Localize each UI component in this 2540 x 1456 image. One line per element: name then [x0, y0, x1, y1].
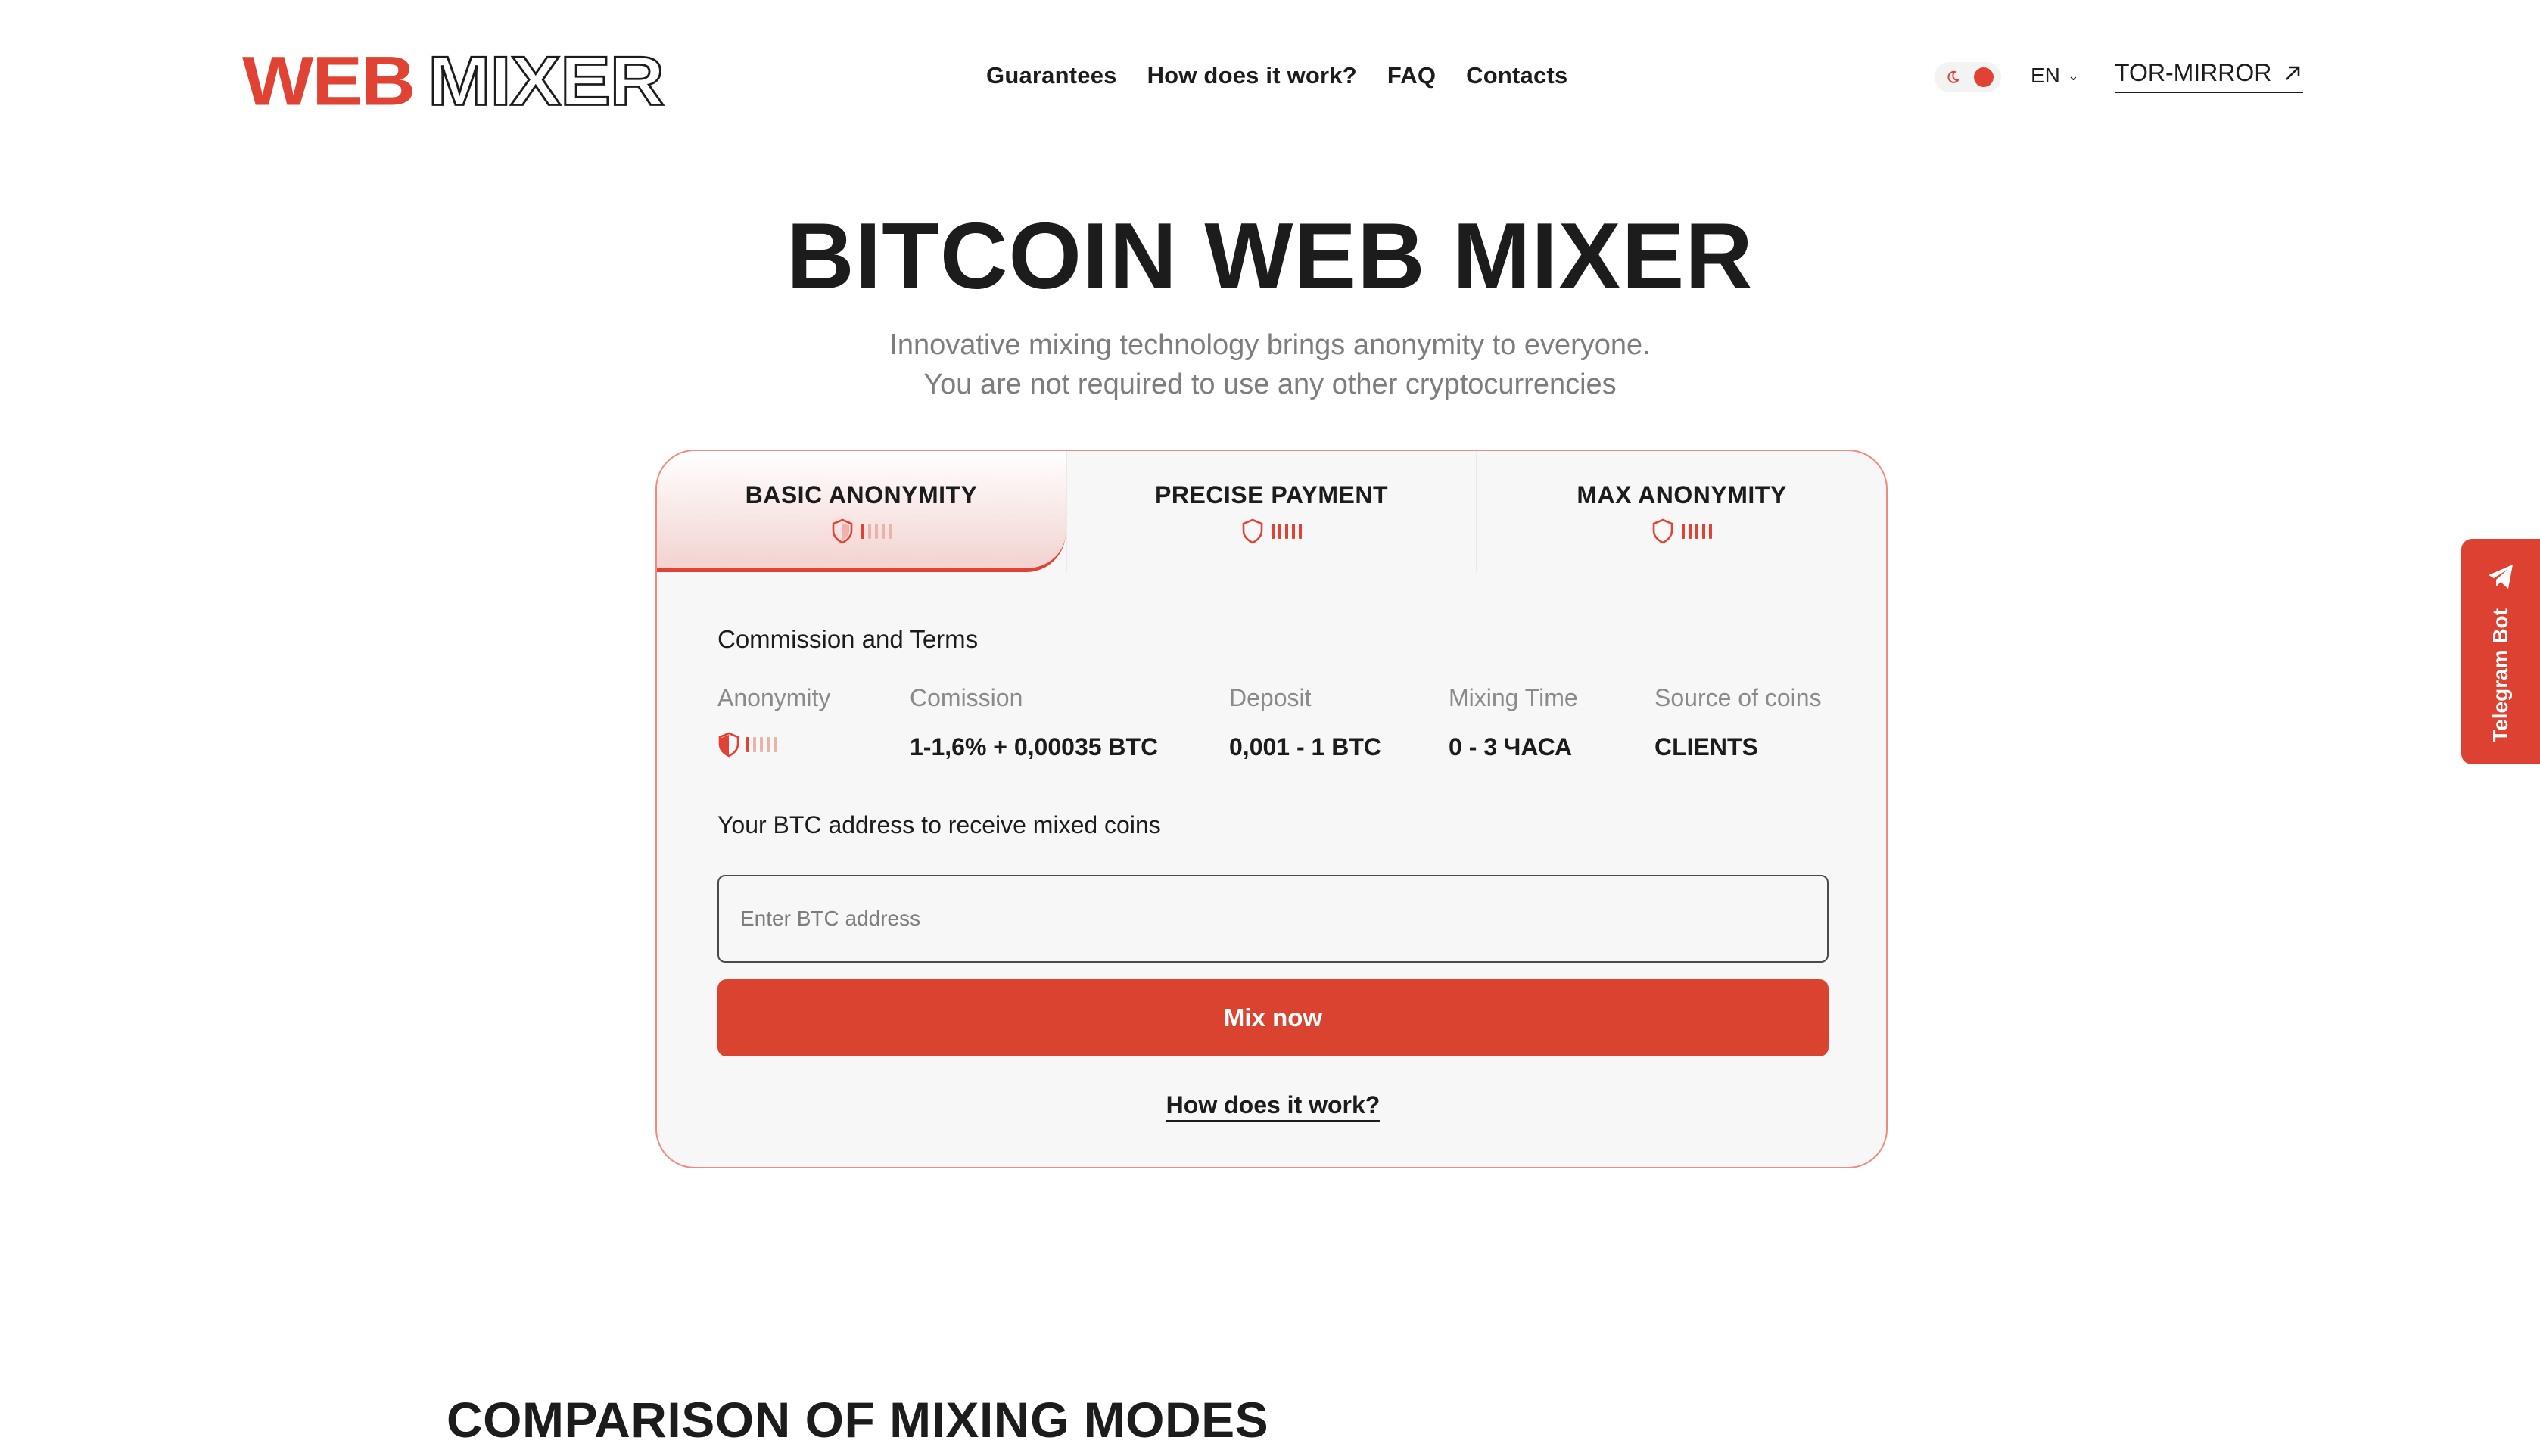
mixing-time-value: 0 - 3 ЧАСА: [1449, 733, 1573, 761]
main-nav: Guarantees How does it work? FAQ Contact…: [986, 62, 1567, 89]
comparison-title: COMPARISON OF MIXING MODES: [447, 1392, 1269, 1448]
mix-now-button[interactable]: Mix now: [717, 979, 1829, 1056]
logo-web-text: WEB: [242, 42, 416, 120]
external-link-arrow-icon: [2286, 66, 2300, 80]
btc-address-label: Your BTC address to receive mixed coins: [717, 811, 1161, 838]
terms-col-source: Source of coins CLIENTS: [1654, 684, 1822, 761]
language-selector[interactable]: EN ⌄: [2031, 64, 2079, 88]
tor-mirror-label: TOR-MIRROR: [2115, 59, 2272, 86]
source-value: CLIENTS: [1654, 733, 1758, 761]
anonymity-level-indicator: [1241, 518, 1302, 544]
terms-col-commission: Comission 1-1,6% + 0,00035 BTC: [910, 684, 1158, 761]
terms-header: Mixing Time: [1449, 684, 1578, 711]
toggle-knob: [1974, 67, 1994, 87]
terms-col-mixing-time: Mixing Time 0 - 3 ЧАСА: [1449, 684, 1578, 761]
anonymity-level-indicator: [1651, 518, 1712, 544]
how-it-works-link[interactable]: How does it work?: [1166, 1091, 1381, 1122]
tab-basic-anonymity[interactable]: BASIC ANONYMITY: [657, 451, 1066, 572]
nav-faq[interactable]: FAQ: [1387, 62, 1436, 89]
how-it-works-link-wrap: How does it work?: [717, 1091, 1829, 1122]
site-logo[interactable]: WEB MIXER: [242, 42, 666, 120]
language-label: EN: [2031, 64, 2060, 87]
shield-icon: [832, 518, 853, 544]
terms-section: Commission and Terms Anonymity Comission…: [717, 625, 1829, 1122]
tab-label: PRECISE PAYMENT: [1154, 481, 1388, 509]
telegram-icon: [2489, 565, 2513, 589]
theme-toggle[interactable]: [1935, 62, 2001, 92]
chevron-down-icon: ⌄: [2067, 67, 2079, 83]
telegram-bot-label: Telegram Bot: [2489, 608, 2512, 742]
terms-header: Source of coins: [1654, 684, 1822, 711]
moon-icon: [1947, 70, 1960, 83]
hero-subtitle-line-1: Innovative mixing technology brings anon…: [889, 329, 1651, 361]
anonymity-level-indicator: [831, 518, 892, 544]
mode-tabs: BASIC ANONYMITY PRECISE PAYMENT MAX ANON…: [657, 451, 1886, 572]
tab-max-anonymity[interactable]: MAX ANONYMITY: [1476, 451, 1886, 572]
tab-precise-payment[interactable]: PRECISE PAYMENT: [1066, 451, 1476, 572]
nav-guarantees[interactable]: Guarantees: [986, 62, 1117, 89]
shield-icon: [1652, 518, 1673, 544]
level-bars: [861, 524, 892, 539]
terms-header: Anonymity: [717, 684, 831, 711]
nav-contacts[interactable]: Contacts: [1466, 62, 1567, 89]
level-bars: [1272, 524, 1302, 539]
logo-mixer-text: MIXER: [427, 42, 666, 120]
commission-value: 1-1,6% + 0,00035 BTC: [910, 733, 1159, 761]
anonymity-level-indicator: [717, 732, 830, 758]
telegram-bot-tab[interactable]: Telegram Bot: [2461, 539, 2540, 764]
tor-mirror-link[interactable]: TOR-MIRROR: [2115, 59, 2304, 93]
shield-icon: [718, 732, 739, 758]
hero-subtitle-line-2: You are not required to use any other cr…: [923, 369, 1617, 400]
deposit-value: 0,001 - 1 BTC: [1229, 733, 1381, 761]
shield-icon: [1242, 518, 1263, 544]
btc-address-input[interactable]: [717, 875, 1829, 963]
terms-table: Anonymity Comission 1-1,6% + 0,00035 BTC…: [717, 684, 1826, 782]
nav-how-it-works[interactable]: How does it work?: [1147, 62, 1357, 89]
level-bars: [1682, 524, 1712, 539]
terms-header: Comission: [910, 684, 1023, 711]
tab-label: MAX ANONYMITY: [1577, 481, 1787, 509]
tab-label: BASIC ANONYMITY: [745, 481, 978, 509]
terms-col-anonymity: Anonymity: [717, 684, 830, 758]
terms-col-deposit: Deposit 0,001 - 1 BTC: [1229, 684, 1381, 761]
level-bars: [746, 737, 777, 752]
mixer-card: BASIC ANONYMITY PRECISE PAYMENT MAX ANON…: [655, 450, 1888, 1168]
page-title: BITCOIN WEB MIXER: [786, 204, 1754, 309]
terms-header: Deposit: [1229, 684, 1312, 711]
terms-title: Commission and Terms: [717, 625, 979, 653]
